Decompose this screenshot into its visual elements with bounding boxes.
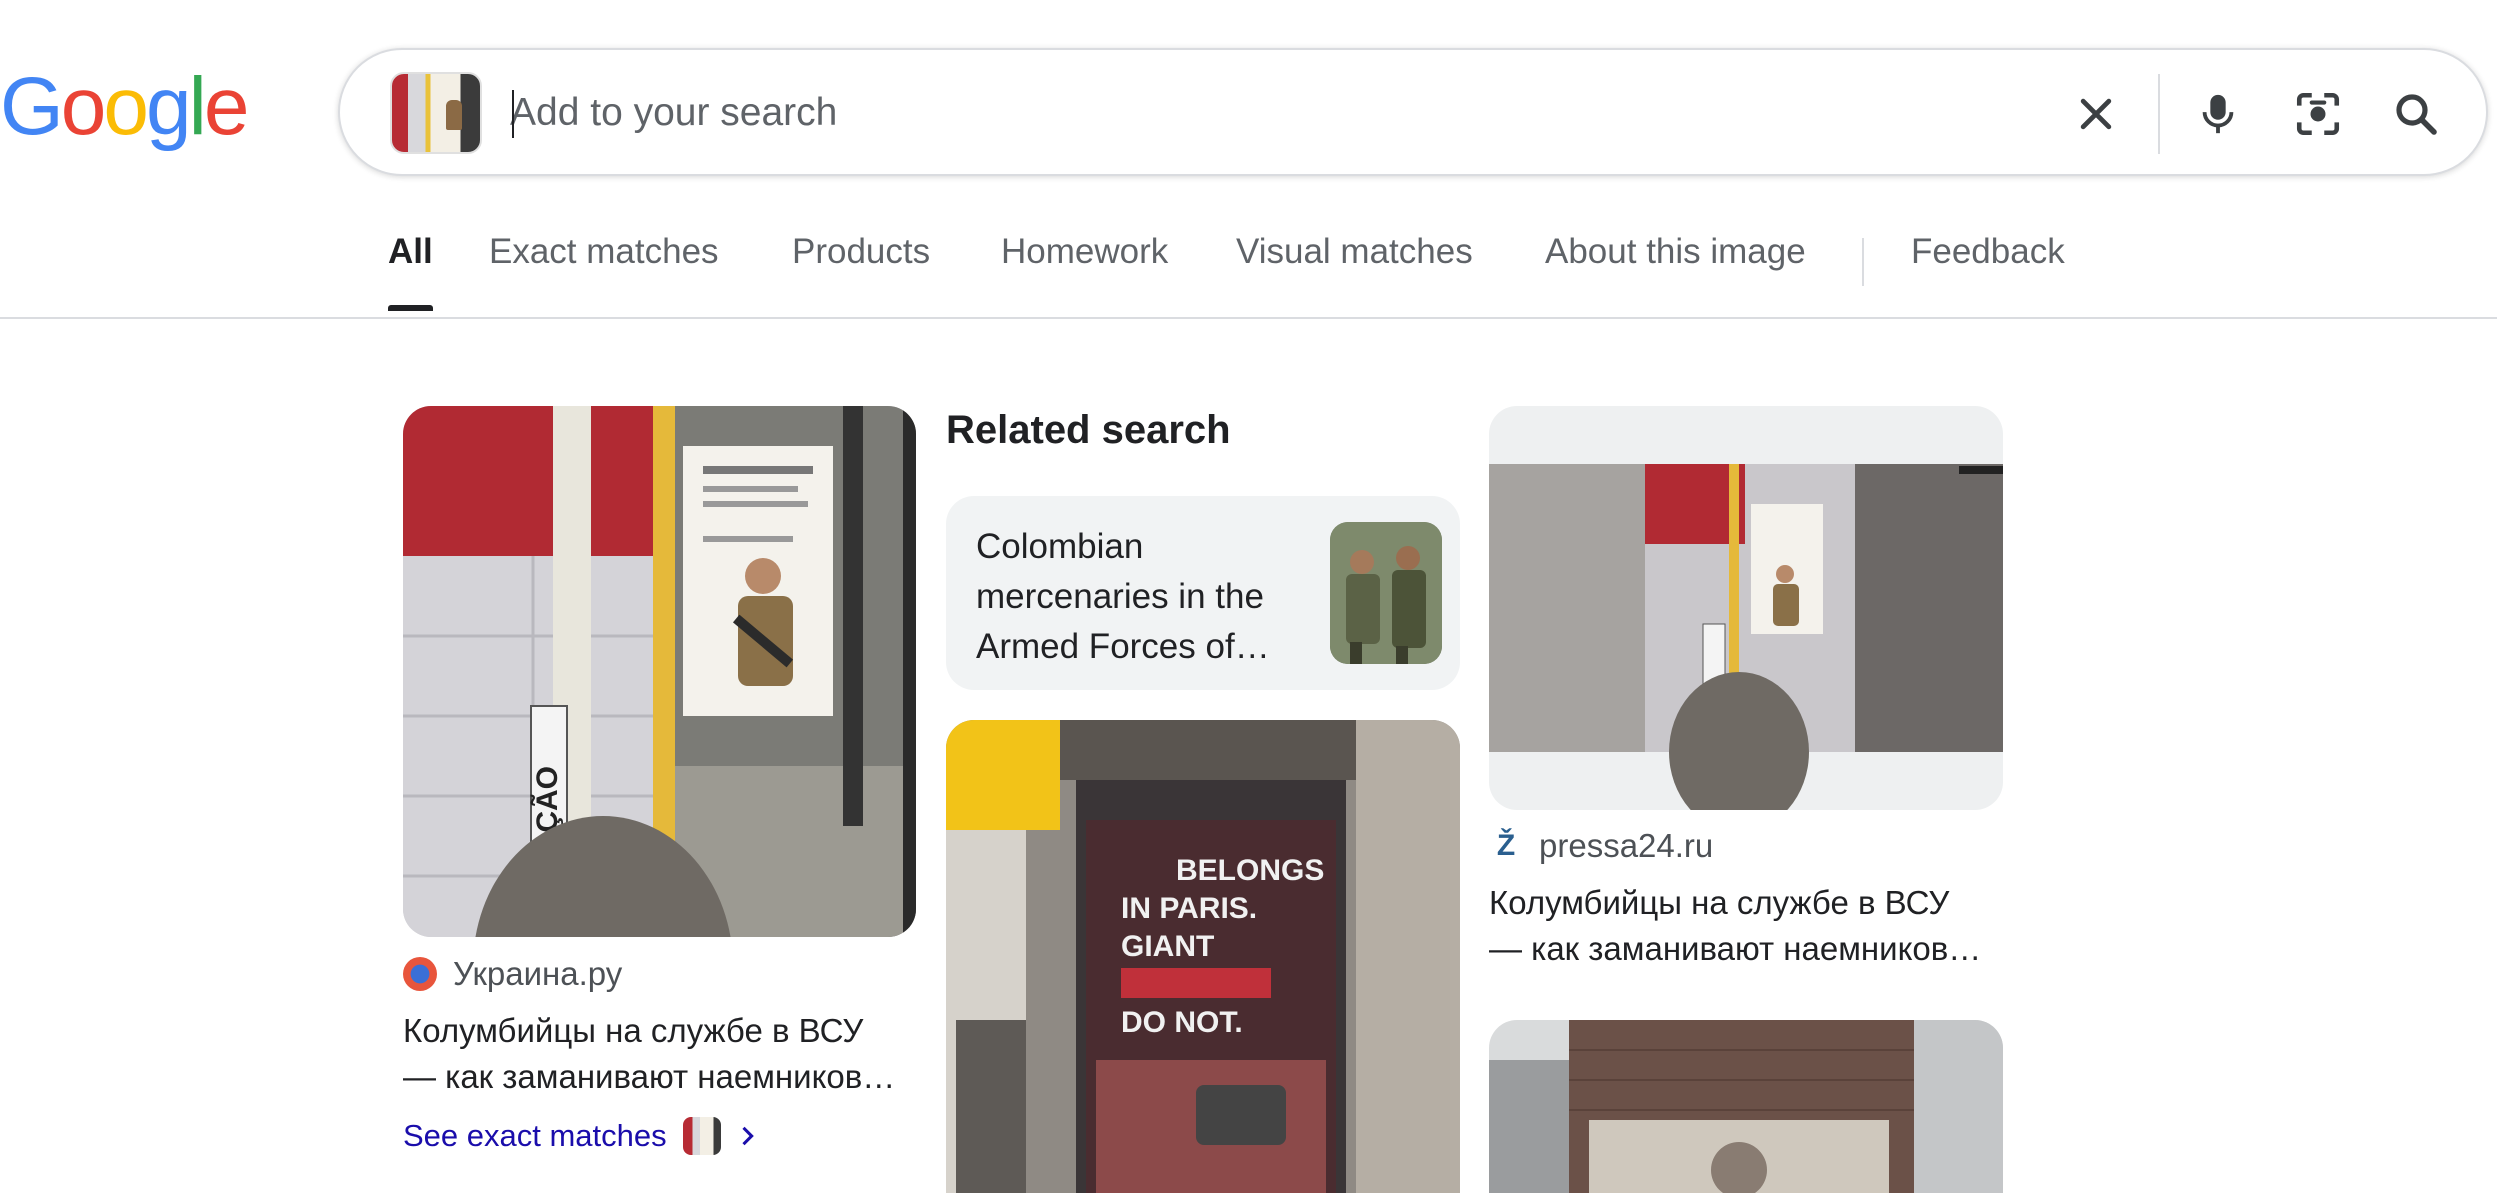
logo-letter: o xyxy=(60,61,107,152)
header-divider xyxy=(0,317,2497,319)
tab-all[interactable]: All xyxy=(388,232,433,316)
related-line: Armed Forces of… xyxy=(976,627,1270,666)
tab-products[interactable]: Products xyxy=(792,232,930,316)
related-search-card[interactable]: Colombian mercenaries in the Armed Force… xyxy=(946,496,1460,690)
camera-lens-icon xyxy=(2296,92,2340,136)
search-image-chip[interactable] xyxy=(390,72,482,154)
tab-homework[interactable]: Homework xyxy=(1001,232,1168,316)
title-line: — как заманивают наемников… xyxy=(403,1058,896,1095)
related-search-text: Colombian mercenaries in the Armed Force… xyxy=(976,522,1316,672)
title-line: Колумбийцы на службе в ВСУ xyxy=(1489,884,1950,921)
result-image-middle[interactable]: BELONGS IN PARIS. GIANT DO NOT. xyxy=(946,720,1460,1193)
ukraina-favicon-icon xyxy=(403,957,437,991)
blurred-bus-stop-photo xyxy=(1489,464,2003,810)
brick-column-photo xyxy=(1489,1020,2003,1193)
result-title-right[interactable]: Колумбийцы на службе в ВСУ — как заманив… xyxy=(1489,880,2009,972)
see-exact-label: See exact matches xyxy=(403,1118,667,1153)
logo-letter: o xyxy=(103,61,149,152)
tab-about-this-image[interactable]: About this image xyxy=(1545,232,1806,316)
poster-line-2: IN PARIS. xyxy=(1121,892,1257,925)
poster-line-4: DO NOT. xyxy=(1121,1006,1243,1039)
result-title-left[interactable]: Колумбийцы на службе в ВСУ — как заманив… xyxy=(403,1008,923,1100)
tab-separator xyxy=(1862,238,1864,286)
logo-letter: e xyxy=(203,61,250,152)
paris-poster-photo: BELONGS IN PARIS. GIANT DO NOT. xyxy=(946,720,1460,1193)
search-divider xyxy=(2158,74,2160,154)
clear-icon xyxy=(2080,98,2112,130)
result-source-left[interactable]: Украина.ру xyxy=(403,955,622,993)
poster-line-1: BELONGS xyxy=(1176,854,1324,887)
title-line: Колумбийцы на службе в ВСУ xyxy=(403,1012,864,1049)
result-source-right[interactable]: Ž pressa24.ru xyxy=(1489,827,1713,865)
bus-stop-photo: RAÇÃO xyxy=(403,406,916,937)
logo-letter: g xyxy=(146,61,192,152)
pressa24-favicon-icon: Ž xyxy=(1489,829,1523,863)
logo-letter: l xyxy=(188,61,207,152)
search-icon xyxy=(2396,94,2437,135)
soldiers-photo xyxy=(1330,522,1442,664)
search-box[interactable] xyxy=(338,48,2488,176)
chip-figure xyxy=(446,100,462,130)
tab-feedback[interactable]: Feedback xyxy=(1911,232,2065,316)
microphone-icon xyxy=(2202,94,2234,134)
related-search-heading: Related search xyxy=(946,408,1231,452)
exact-match-thumbnail xyxy=(682,1117,721,1155)
result-image-right[interactable] xyxy=(1489,406,2003,810)
google-logo[interactable]: Google xyxy=(0,61,250,152)
chevron-right-icon xyxy=(742,1126,754,1146)
search-input[interactable] xyxy=(510,80,2030,146)
clear-button[interactable] xyxy=(2060,78,2132,150)
source-name: pressa24.ru xyxy=(1539,827,1714,864)
result-image-right-2[interactable] xyxy=(1489,1020,2003,1193)
logo-letter: G xyxy=(0,61,64,152)
source-name: Украина.ру xyxy=(453,955,623,992)
tab-exact-matches[interactable]: Exact matches xyxy=(489,232,719,316)
title-line: — как заманивают наемников… xyxy=(1489,930,1982,967)
poster-line-3: GIANT xyxy=(1121,930,1214,963)
see-exact-matches-link[interactable]: See exact matches xyxy=(403,1117,761,1155)
tab-visual-matches[interactable]: Visual matches xyxy=(1236,232,1473,316)
related-line: Colombian xyxy=(976,527,1144,566)
search-submit-button[interactable] xyxy=(2380,78,2452,150)
result-image-left[interactable]: RAÇÃO xyxy=(403,406,916,937)
related-line: mercenaries in the xyxy=(976,577,1264,616)
voice-search-button[interactable] xyxy=(2182,78,2254,150)
text-caret xyxy=(512,90,514,138)
lens-search-button[interactable] xyxy=(2282,78,2354,150)
related-search-thumbnail xyxy=(1330,522,1442,664)
